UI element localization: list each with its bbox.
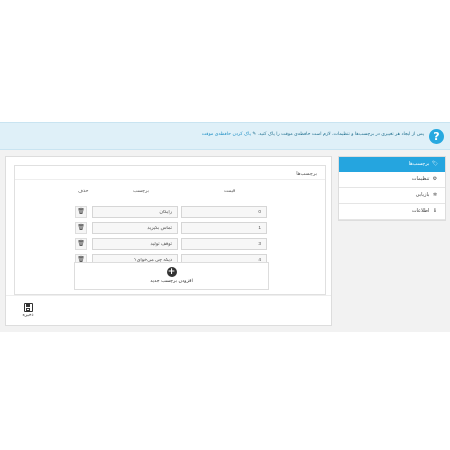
price-input[interactable] [181,222,267,234]
label-input[interactable] [92,222,178,234]
delete-column-header: حذف [78,189,89,194]
trash-icon: 🗑 [77,208,85,215]
delete-button[interactable]: 🗑 [75,238,87,250]
cache-notice-text: پس از ایجاد هر تغییری در برچسب‌ها و تنظی… [202,132,424,137]
sidebar-item-info[interactable]: ℹ اطلاعات [339,204,445,220]
delete-button[interactable]: 🗑 [75,222,87,234]
plus-circle-icon: + [166,267,177,277]
table-row: 🗑 [15,238,325,251]
info-icon: ℹ [434,208,436,214]
label-input[interactable] [92,206,178,218]
tags-icon: 🏷 [431,161,439,167]
label-input[interactable] [92,238,178,250]
delete-button[interactable]: 🗑 [75,206,87,218]
price-input[interactable] [181,238,267,250]
cogs-icon: ⚙ [432,176,438,182]
question-icon: ? [429,129,444,144]
sidebar-item-restore[interactable]: ✲ بازیابی [339,188,445,204]
sidebar-item-settings[interactable]: ⚙ تنظیمات [339,172,445,188]
main-panel: برچسب‌ها قیمت برچسب حذف 🗑 🗑 🗑 🗑 + افزود [5,156,332,326]
sidebar-item-label: اطلاعات [411,208,430,214]
save-icon [23,303,33,312]
cache-notice-message: پس از ایجاد هر تغییری در برچسب‌ها و تنظی… [257,132,424,137]
save-button[interactable]: ذخیره [18,302,38,322]
sidebar-item-label: تنظیمات [411,176,430,182]
divider [15,179,325,180]
add-label-text: افزودن برچسب جدید [150,279,193,284]
add-label-button[interactable]: + افزودن برچسب جدید [74,262,269,290]
table-row: 🗑 [15,222,325,235]
trash-icon: 🗑 [77,240,85,247]
sidebar: 🏷 برچسب‌ها ⚙ تنظیمات ✲ بازیابی ℹ اطلاعات [338,156,446,221]
price-column-header: قیمت [224,189,236,194]
divider [6,295,331,296]
labels-panel: برچسب‌ها قیمت برچسب حذف 🗑 🗑 🗑 🗑 + افزود [14,165,326,295]
clear-cache-link[interactable]: پاک کردن حافظه‌ی موقت [202,132,251,137]
price-input[interactable] [181,206,267,218]
panel-title: برچسب‌ها [296,171,317,177]
save-label: ذخیره [22,313,34,318]
sidebar-item-label: برچسب‌ها [408,161,430,167]
sidebar-item-label: بازیابی [415,192,430,198]
label-column-header: برچسب [133,189,149,194]
gear-icon: ✲ [432,192,438,198]
eraser-icon: ✎ [252,132,257,137]
table-row: 🗑 [15,206,325,219]
sidebar-item-labels[interactable]: 🏷 برچسب‌ها [339,157,445,172]
trash-icon: 🗑 [77,224,85,231]
cache-notice-banner: ? پس از ایجاد هر تغییری در برچسب‌ها و تن… [0,122,450,150]
